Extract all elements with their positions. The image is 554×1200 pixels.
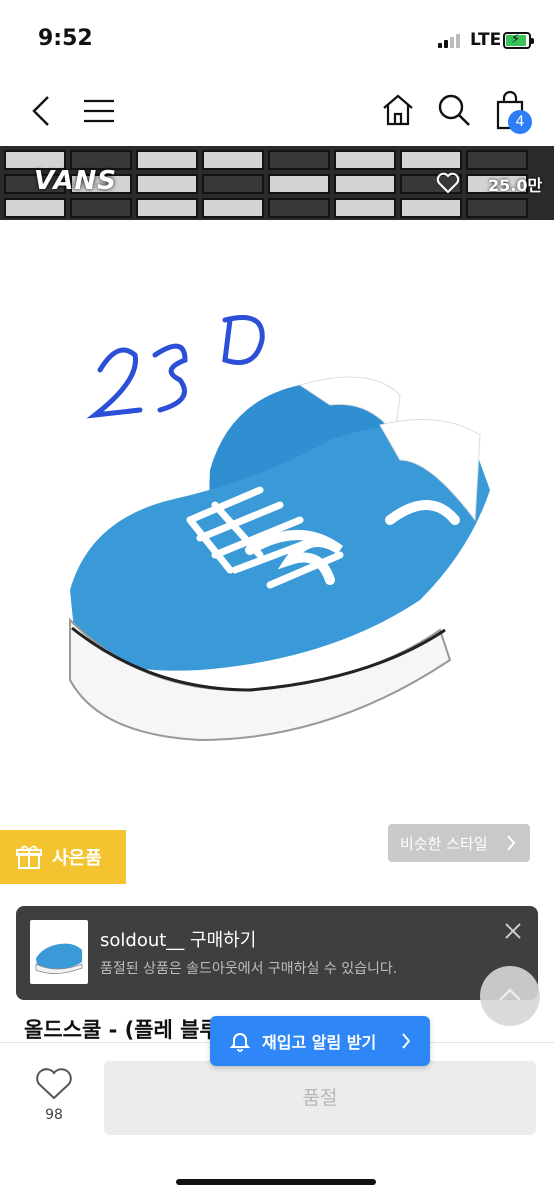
toast-subtitle: 품절된 상품은 솔드아웃에서 구매하실 수 있습니다.	[100, 961, 398, 977]
brand-logo: VANS	[34, 166, 117, 196]
restock-label: 재입고 알림 받기	[262, 1033, 377, 1052]
network-label: LTE	[470, 30, 502, 50]
hamburger-icon[interactable]	[82, 96, 116, 126]
signal-icon	[438, 32, 464, 48]
like-count: 98	[45, 1107, 63, 1123]
home-icon[interactable]	[380, 92, 416, 128]
status-time: 9:52	[38, 26, 93, 51]
home-indicator	[176, 1179, 376, 1185]
chevron-up-icon	[499, 988, 521, 1001]
chevron-right-icon	[402, 1033, 410, 1049]
cart-button[interactable]: 4	[492, 90, 532, 134]
handwritten-size-mark	[86, 315, 265, 419]
brand-banner[interactable]: VANS 25.0만	[0, 146, 554, 220]
restock-alert-button[interactable]: 재입고 알림 받기	[210, 1016, 430, 1066]
gift-icon	[16, 845, 42, 869]
bell-icon	[229, 1033, 251, 1052]
similar-style-button[interactable]: 비슷한 스타일	[388, 824, 530, 862]
brand-like-count: 25.0만	[488, 176, 543, 195]
product-image[interactable]	[0, 220, 554, 820]
heart-outline-icon	[36, 1068, 72, 1100]
gift-label: 사은품	[52, 848, 102, 869]
chevron-left-icon[interactable]	[28, 94, 56, 128]
soldout-button[interactable]: 품절	[104, 1061, 536, 1135]
cart-count-badge: 4	[508, 110, 532, 134]
status-bar: 9:52 LTE ⚡	[0, 0, 554, 80]
battery-icon: ⚡	[503, 32, 534, 49]
similar-style-label: 비슷한 스타일	[400, 834, 488, 853]
search-icon[interactable]	[436, 92, 472, 128]
chevron-right-icon	[507, 835, 516, 851]
like-button[interactable]: 98	[24, 1067, 84, 1137]
gift-badge[interactable]: 사은품	[0, 830, 126, 884]
product-page: 9:52 LTE ⚡ 4 VANS 25.0만 사은품 비슷한 스타일 sold…	[0, 0, 554, 1200]
close-icon[interactable]	[504, 922, 522, 940]
soldout-toast[interactable]: soldout__ 구매하기 품절된 상품은 솔드아웃에서 구매하실 수 있습니…	[16, 906, 538, 1000]
sneaker-illustration	[69, 315, 490, 742]
toast-title: soldout__ 구매하기	[100, 930, 257, 951]
heart-icon[interactable]	[436, 172, 460, 194]
shoe-front	[69, 418, 490, 742]
toast-thumbnail	[30, 920, 88, 984]
top-nav: 4	[0, 80, 554, 146]
